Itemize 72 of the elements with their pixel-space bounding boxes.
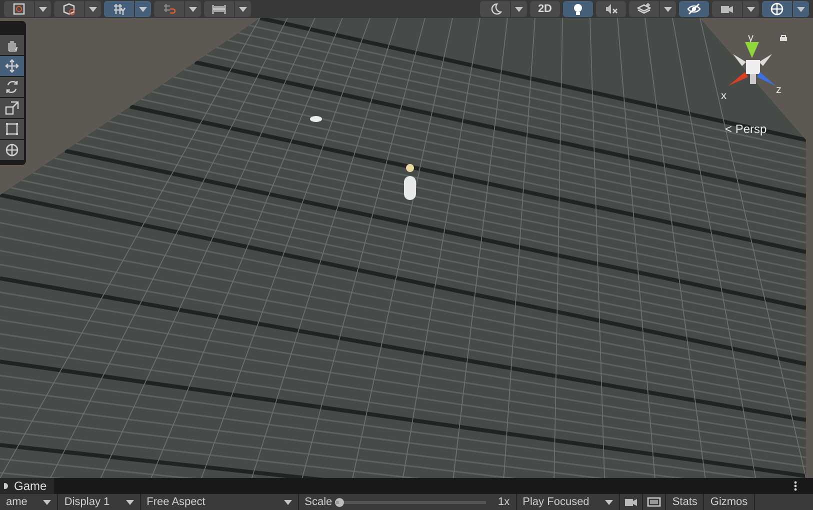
lightbulb-icon — [571, 2, 585, 16]
caret-icon — [126, 500, 134, 504]
tab-label: Game — [14, 478, 47, 495]
dropdown-button[interactable] — [235, 1, 251, 17]
rotate-icon — [5, 80, 19, 94]
tool-button[interactable] — [0, 56, 24, 76]
dropdown-button[interactable] — [660, 1, 676, 17]
caret-icon — [43, 500, 52, 504]
move-arrows-icon — [5, 59, 19, 73]
speaker-mute-icon — [604, 2, 618, 16]
dropdown-button[interactable] — [35, 1, 51, 17]
caret-icon — [797, 6, 805, 12]
tool-button[interactable] — [0, 77, 24, 97]
player-capsule-icon — [402, 162, 418, 202]
dropdown[interactable]: Play Focused — [516, 494, 620, 510]
caret-icon — [284, 500, 292, 504]
rect-tool-icon — [5, 122, 19, 136]
grid-snap-toggle[interactable] — [104, 1, 134, 17]
caret-icon — [747, 6, 755, 12]
toolbar-button[interactable]: Gizmos — [704, 494, 755, 510]
dropdown[interactable]: Free Aspect — [140, 494, 299, 510]
game-tab[interactable]: Game — [0, 478, 54, 494]
more-menu-icon[interactable] — [794, 481, 797, 491]
caret-icon — [189, 6, 197, 12]
caret-icon — [514, 6, 523, 12]
dropdown-button[interactable] — [743, 1, 759, 17]
lock-icon — [780, 34, 787, 41]
globe-icon — [770, 2, 784, 16]
hidden-eye-icon — [687, 2, 701, 16]
eye-toggle[interactable] — [679, 1, 709, 17]
square-icon — [12, 2, 26, 16]
caret-icon — [239, 6, 247, 12]
circle-toggle[interactable] — [480, 1, 510, 17]
caret-icon — [39, 6, 47, 12]
caret-icon — [605, 500, 614, 504]
axis-label: x — [721, 89, 726, 104]
magnet-icon — [162, 2, 176, 16]
dropdown-button[interactable] — [85, 1, 101, 17]
tool-button[interactable] — [0, 35, 24, 55]
scale-value: 1x — [498, 494, 510, 510]
ruler-icon — [212, 2, 226, 16]
2d-toggle[interactable]: 2D — [530, 1, 560, 17]
transform-icon — [5, 143, 19, 157]
tool-button[interactable] — [0, 119, 24, 139]
scale-label: Scale — [304, 494, 332, 510]
dropdown-button[interactable] — [793, 1, 809, 17]
cube-toggle[interactable] — [54, 1, 84, 17]
magnet-toggle[interactable] — [154, 1, 184, 17]
tool-button[interactable] — [0, 140, 24, 160]
globe-toggle[interactable] — [762, 1, 792, 17]
caret-icon — [139, 6, 147, 12]
draw-mode-toggle[interactable] — [4, 1, 34, 17]
axis-label: z — [776, 83, 782, 98]
caret-icon — [664, 6, 672, 12]
dropdown-button[interactable] — [510, 1, 527, 17]
dropdown[interactable]: ame — [0, 494, 58, 510]
dropdown[interactable]: Display 1 — [58, 494, 141, 510]
tool-button[interactable] — [0, 98, 24, 118]
caret-icon — [89, 6, 97, 12]
ruler-toggle[interactable] — [204, 1, 234, 17]
toolbar-button[interactable]: Stats — [666, 494, 704, 510]
dropdown-button[interactable] — [185, 1, 201, 17]
keyboard-icon — [647, 495, 662, 509]
projection-label[interactable]: < Persp — [725, 120, 767, 138]
cube-icon — [62, 2, 76, 16]
layers-icon — [637, 2, 651, 16]
dropdown-button[interactable] — [135, 1, 151, 17]
bulb-toggle[interactable] — [563, 1, 593, 17]
grid-icon — [112, 2, 126, 16]
layers-toggle[interactable] — [629, 1, 659, 17]
scale-icon — [5, 101, 19, 115]
camera-toggle[interactable] — [712, 1, 742, 17]
